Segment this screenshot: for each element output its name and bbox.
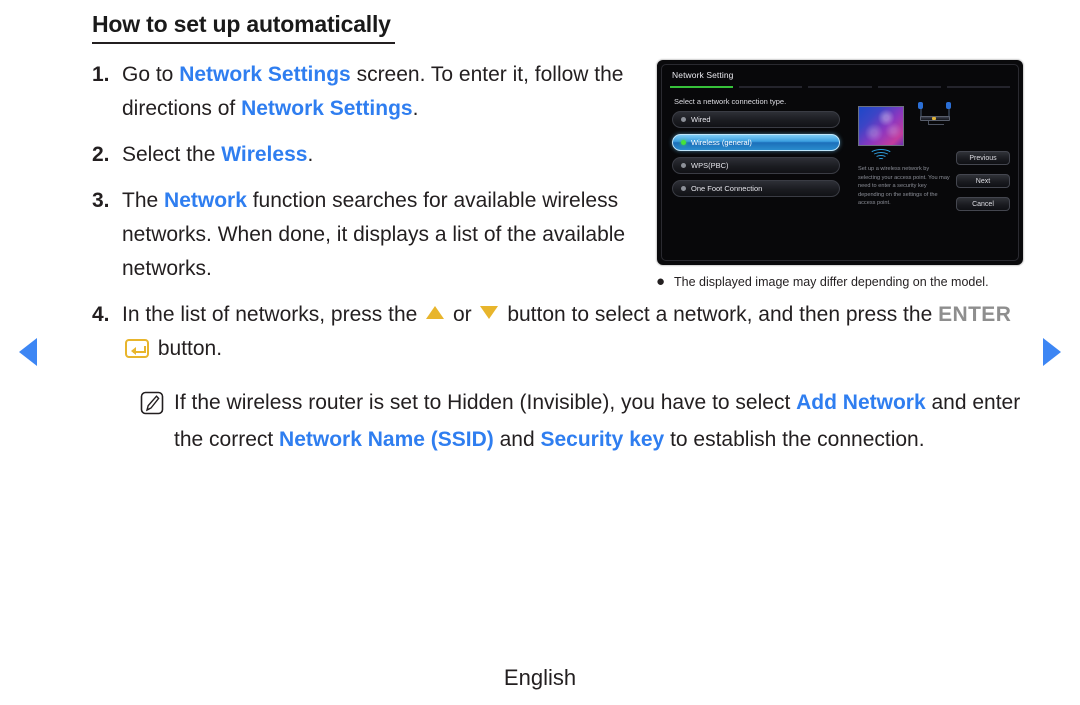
emphasis-text-run: Add Network [796,391,926,414]
wifi-waves-icon [867,147,895,161]
text-run: button. [152,337,223,360]
tv-option-label: WPS(PBC) [691,161,729,170]
tv-prompt-text: Select a network connection type. [674,97,787,106]
note-text: If the wireless router is set to Hidden … [174,384,1022,458]
figure-caption: ● The displayed image may differ dependi… [656,274,1028,291]
emphasis-text-run: ENTER [938,303,1012,326]
arrow-up-icon [426,306,445,319]
tv-option-label: One Foot Connection [691,184,763,193]
bullet-dot-icon [681,163,686,168]
text-run: . [307,143,314,166]
emphasis-text-run: Network Settings [241,97,413,120]
emphasis-text-run: Security key [540,428,665,451]
step-text: In the list of networks, press the or bu… [122,298,1022,366]
tv-connection-type-list: Wired Wireless (general) WPS(PBC) One Fo… [672,111,840,203]
step-text: Select the Wireless. [122,138,667,172]
text-run: In the list of networks, press the [122,303,424,326]
tv-description-text: Set up a wireless network by selecting y… [858,166,950,206]
text-run: button to select a network, and then pre… [501,303,939,326]
tv-illustration [858,102,958,161]
figure-caption-text: The displayed image may differ depending… [674,275,989,289]
tv-option-one-foot-connection[interactable]: One Foot Connection [672,180,840,197]
arrow-down-icon [480,306,499,319]
emphasis-text-run: Network Settings [179,63,351,86]
text-run: If the wireless router is set to Hidden … [174,391,797,414]
bullet-dot-icon [681,186,686,191]
previous-page-arrow-icon[interactable] [19,338,37,366]
text-run: Go to [122,63,180,86]
page-footer-language: English [503,665,577,690]
tv-option-wireless-general[interactable]: Wireless (general) [672,134,840,151]
text-run: . [412,97,419,120]
tv-menu-title: Network Setting [672,70,734,80]
tv-option-wired[interactable]: Wired [672,111,840,128]
step-text: The Network function searches for availa… [122,184,667,286]
tv-option-label: Wireless (general) [691,138,752,147]
tv-option-wps-pbc[interactable]: WPS(PBC) [672,157,840,174]
next-button[interactable]: Next [956,174,1010,188]
emphasis-text-run: Network [164,189,247,212]
note-pencil-icon [140,391,164,415]
text-run: to establish the connection. [664,428,925,451]
text-run: Select the [122,143,222,166]
step-text: Go to Network Settings screen. To enter … [122,58,667,126]
text-run: The [122,189,165,212]
television-icon [858,106,904,146]
enter-key-icon [125,339,149,358]
step-number: 1. [92,63,110,86]
step-number: 3. [92,189,110,212]
emphasis-text-run: Wireless [221,143,308,166]
bullet-dot-icon [681,140,686,145]
tv-button-group: Previous Next Cancel [956,151,1010,220]
text-run: and [493,428,541,451]
text-run: or [447,303,478,326]
list-item: 4. In the list of networks, press the or… [92,298,1022,366]
page-title: How to set up automatically [92,11,395,44]
note-block: If the wireless router is set to Hidden … [140,384,1022,458]
tv-progress-bar [670,86,1011,88]
cancel-button[interactable]: Cancel [956,197,1010,211]
previous-button[interactable]: Previous [956,151,1010,165]
bullet-dot-icon [681,117,686,122]
wireless-router-icon [914,102,956,129]
tv-option-label: Wired [691,115,711,124]
tv-screenshot: Network Setting Select a network connect… [656,59,1024,266]
emphasis-text-run: Network Name (SSID) [279,428,494,451]
bullet-icon: ● [656,273,666,290]
step-number: 4. [92,303,110,326]
step-number: 2. [92,143,110,166]
next-page-arrow-icon[interactable] [1043,338,1061,366]
